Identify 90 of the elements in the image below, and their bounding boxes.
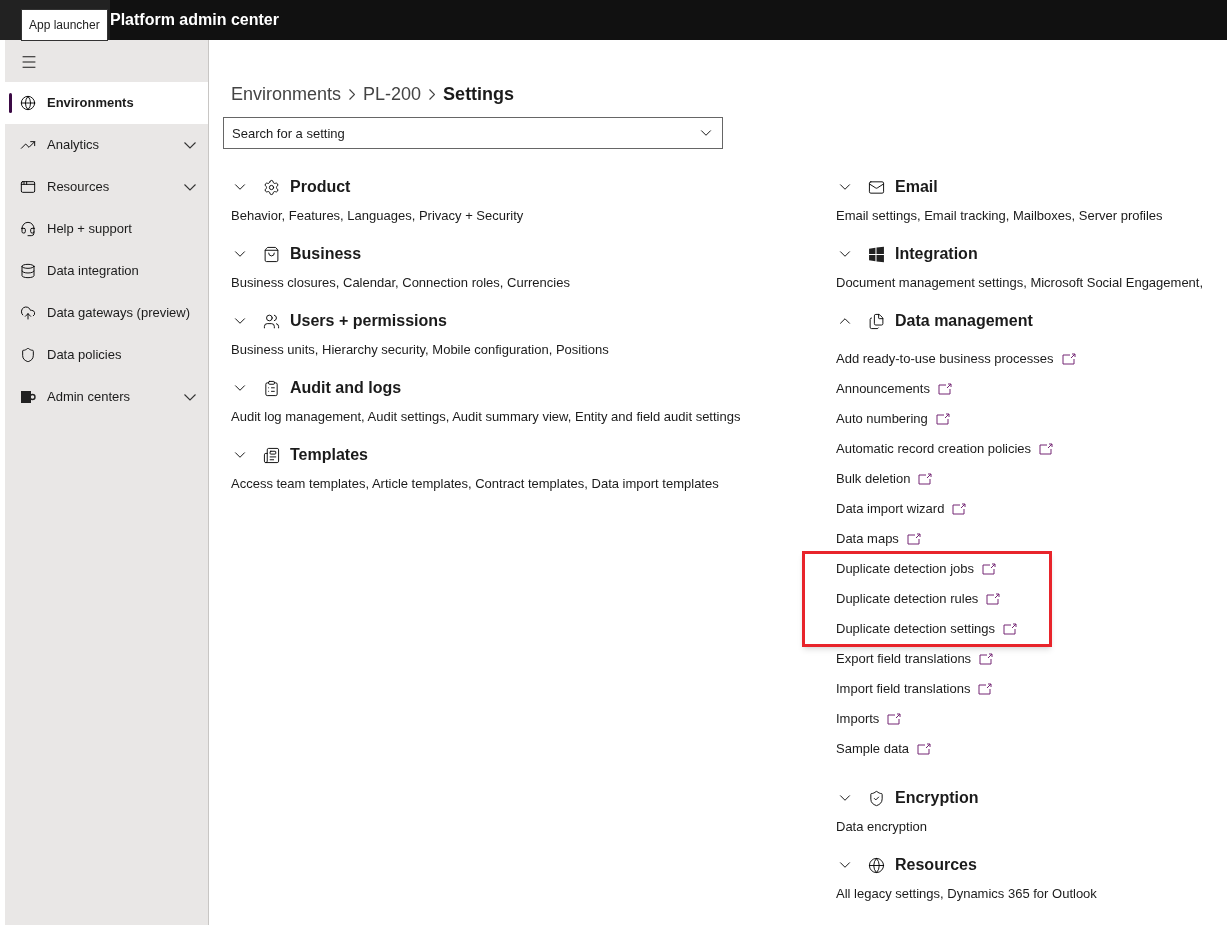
settings-link[interactable]: Announcements: [836, 379, 930, 399]
settings-link[interactable]: Auto numbering: [836, 409, 928, 429]
nav-label: Analytics: [47, 136, 101, 155]
nav-item[interactable]: Admin centers: [5, 376, 208, 418]
nav-item[interactable]: Environments: [5, 82, 208, 124]
menu-icon: [20, 53, 38, 71]
section-title: Users + permissions: [290, 311, 447, 331]
external-link-icon: [1061, 353, 1076, 365]
section-title: Email: [895, 177, 938, 197]
settings-link[interactable]: Imports: [836, 709, 880, 729]
settings-link[interactable]: Export field translations: [836, 649, 972, 669]
search-dropdown[interactable]: Search for a setting: [223, 117, 723, 149]
external-link-icon: [935, 413, 950, 425]
external-link-icon: [979, 653, 994, 665]
settings-link[interactable]: Sample data: [836, 739, 909, 759]
nav-item[interactable]: Analytics: [5, 124, 208, 166]
settings-link[interactable]: Data import wizard: [836, 499, 945, 519]
external-link-icon: [887, 713, 902, 725]
headset-icon: [20, 221, 36, 237]
globe-icon: [20, 95, 36, 111]
external-link-icon: [1039, 443, 1054, 455]
chevron-right-icon: [349, 88, 356, 100]
section-title: Data management: [895, 311, 1033, 331]
external-link-icon: [918, 473, 933, 485]
external-link-icon: [906, 533, 921, 545]
nav-label: Environments: [47, 94, 135, 113]
page-title: Settings: [443, 82, 515, 106]
external-link-icon: [917, 743, 931, 755]
section-summary: Business units, Hierarchy security, Mobile configuration, Positions: [231, 341, 610, 359]
settings-link[interactable]: Duplicate detection jobs: [836, 559, 975, 579]
section-summary: Access team templates, Article templates, Contract templates, Data import templates: [231, 475, 720, 493]
checklist-icon: [263, 379, 280, 397]
cloud-upload-icon: [20, 305, 36, 321]
tooltip: App launcher: [21, 9, 108, 41]
breadcrumb-link[interactable]: Environments: [231, 80, 342, 108]
settings-link[interactable]: Duplicate detection settings: [836, 619, 995, 639]
section-summary: Business closures, Calendar, Connection roles, Currencies: [231, 274, 571, 292]
nav-item[interactable]: Help + support: [5, 208, 208, 250]
section-title: Business: [290, 244, 362, 264]
nav-label: Admin centers: [47, 388, 132, 407]
nav-label: Data policies: [47, 346, 123, 365]
external-link-icon: [1003, 623, 1017, 635]
external-link-icon: [982, 563, 997, 575]
shield-icon: [868, 789, 885, 807]
window-icon: [20, 179, 36, 195]
section-title: Encryption: [895, 788, 979, 808]
admin-tile-icon: [20, 389, 36, 405]
chevron-right-icon: [429, 88, 436, 100]
nav-item[interactable]: Resources: [5, 166, 208, 208]
windows-logo-icon: [868, 245, 885, 263]
breadcrumb-link[interactable]: PL-200: [363, 80, 422, 108]
section-summary: Behavior, Features, Languages, Privacy + Security: [231, 207, 525, 225]
globe-icon: [868, 856, 885, 874]
nav-label: Data gateways (preview): [47, 304, 192, 323]
nav-label: Resources: [47, 178, 111, 197]
app-title: Platform admin center: [110, 10, 279, 30]
section-summary: All legacy settings, Dynamics 365 for Outlook: [836, 885, 1098, 903]
nav-item[interactable]: Data integration: [5, 250, 208, 292]
section-title: Integration: [895, 244, 978, 264]
section-summary: Document management settings, Microsoft Social Engagement,: [836, 274, 1205, 292]
settings-link[interactable]: Import field translations: [836, 679, 971, 699]
section-title: Resources: [895, 855, 977, 875]
files-icon: [868, 312, 885, 330]
section-summary: Audit log management, Audit settings, Audit summary view, Entity and field audit settings: [231, 408, 742, 426]
bag-icon: [263, 245, 280, 263]
newspaper-icon: [263, 446, 280, 464]
settings-link[interactable]: Add ready-to-use business processes: [836, 349, 1054, 369]
external-link-icon: [986, 593, 1001, 605]
section-title: Templates: [290, 445, 368, 465]
section-title: Product: [290, 177, 351, 197]
settings-link[interactable]: Data maps: [836, 529, 899, 549]
section-summary: Email settings, Email tracking, Mailboxes, Server profiles: [836, 207, 1164, 225]
nav-item[interactable]: Data gateways (preview): [5, 292, 208, 334]
settings-link[interactable]: Automatic record creation policies: [836, 439, 1032, 459]
external-link-icon: [952, 503, 967, 515]
selection-bar: [9, 93, 12, 113]
users-icon: [263, 312, 280, 330]
nav-label: Data integration: [47, 262, 140, 281]
external-link-icon: [937, 383, 952, 395]
nav-item[interactable]: Data policies: [5, 334, 208, 376]
database-icon: [20, 263, 36, 279]
external-link-icon: [978, 683, 993, 695]
mail-icon: [868, 178, 885, 196]
nav-label: Help + support: [47, 220, 133, 239]
settings-link[interactable]: Bulk deletion: [836, 469, 911, 489]
section-title: Audit and logs: [290, 378, 402, 398]
gear-icon: [263, 178, 280, 196]
shield-icon: [20, 347, 36, 363]
section-summary: Data encryption: [836, 818, 929, 836]
settings-link[interactable]: Duplicate detection rules: [836, 589, 979, 609]
